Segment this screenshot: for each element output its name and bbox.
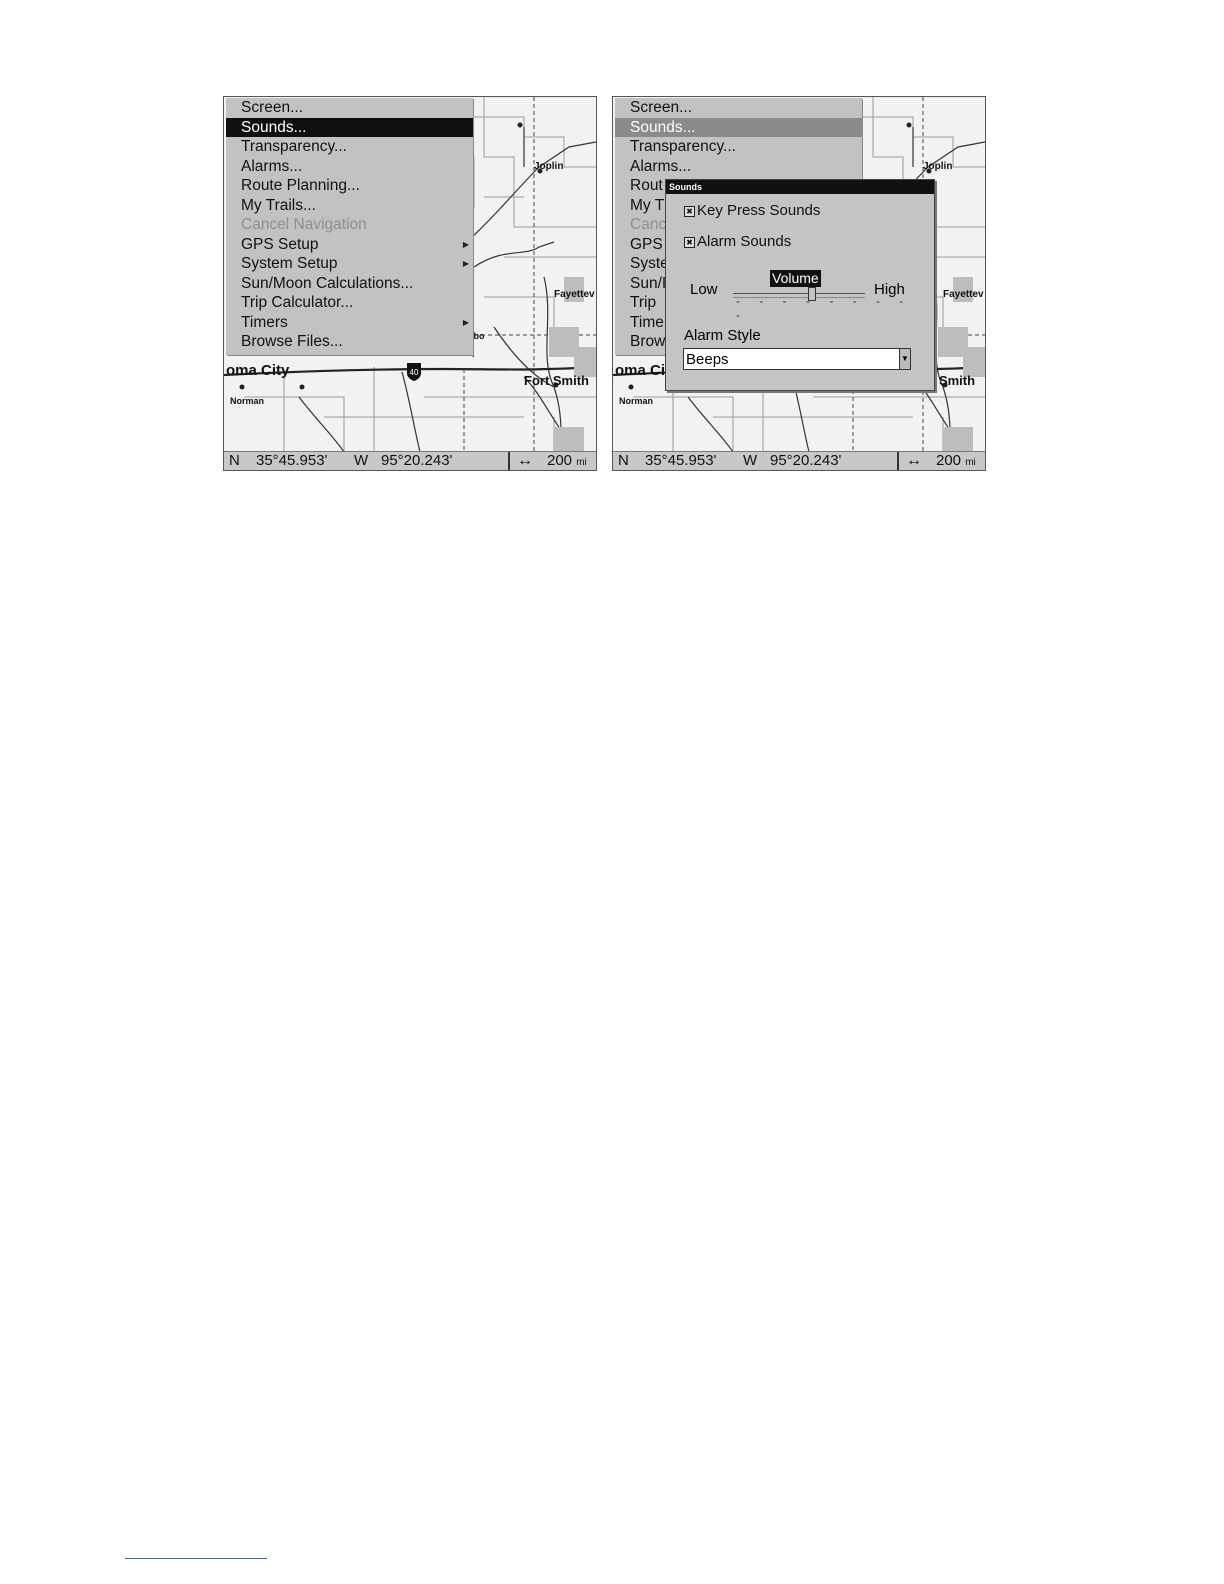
screen-left: 40 Joplin Fayettev oma City Fort Smith N… bbox=[223, 96, 597, 471]
menu-item-label: Canc bbox=[630, 216, 667, 233]
menu-item-label: Route Planning... bbox=[241, 177, 360, 194]
menu-item-label: Transparency... bbox=[241, 138, 347, 155]
menu-item-sounds[interactable]: Sounds... bbox=[615, 117, 862, 137]
menu-item-trip-calculator[interactable]: Trip Calculator... bbox=[226, 293, 473, 313]
menu-item-label: Screen... bbox=[241, 99, 304, 116]
checkbox-checked-icon: ✖ bbox=[684, 236, 695, 248]
scale-value: 200 bbox=[547, 452, 573, 469]
menu-item-system-setup[interactable]: System Setup ▶ bbox=[226, 254, 473, 274]
menu-item-alarms[interactable]: Alarms... bbox=[226, 157, 473, 177]
map-scale: 200 mi bbox=[936, 452, 976, 470]
menu-item-transparency[interactable]: Transparency... bbox=[615, 137, 862, 157]
scale-unit: mi bbox=[965, 457, 976, 468]
menu-item-label: Rout bbox=[630, 177, 663, 194]
volume-low-label: Low bbox=[690, 281, 718, 298]
interstate-label: 40 bbox=[410, 368, 419, 377]
longitude-hemisphere: W bbox=[743, 452, 758, 469]
menu-item-label: My Trails... bbox=[241, 196, 316, 214]
dialog-title: Sounds bbox=[666, 180, 934, 194]
sounds-dialog: Sounds ✖ Key Press Sounds ✖ Alarm Sounds V… bbox=[665, 179, 935, 391]
menu-item-label: Sounds... bbox=[241, 118, 307, 136]
scale-value: 200 bbox=[936, 452, 962, 469]
latitude-hemisphere: N bbox=[229, 452, 240, 469]
alarm-style-select[interactable]: Beeps ▼ bbox=[683, 348, 911, 370]
latitude-value: 35°45.953' bbox=[256, 452, 328, 469]
menu-item-label: Sounds... bbox=[630, 118, 696, 136]
menu-item-route-planning[interactable]: Route Planning... bbox=[226, 176, 473, 196]
status-bar: N 35°45.953' W 95°20.243' ↔ 200 mi bbox=[613, 451, 985, 470]
menu-item-label: Trip bbox=[630, 294, 657, 311]
alarm-sounds-checkbox[interactable]: ✖ Alarm Sounds bbox=[684, 233, 791, 250]
menu-item-transparency[interactable]: Transparency... bbox=[226, 137, 473, 157]
alarm-style-value: Beeps bbox=[686, 351, 729, 368]
map-scale: 200 mi bbox=[547, 452, 587, 470]
longitude-hemisphere: W bbox=[354, 452, 369, 469]
map-label-fort-smith: Fort Smith bbox=[524, 373, 589, 388]
menu-item-label: Alarms... bbox=[630, 157, 692, 175]
menu-item-label: Trip Calculator... bbox=[241, 294, 354, 311]
menu-item-label: Alarms... bbox=[241, 157, 303, 175]
volume-ticks: - - - - - - - - - bbox=[736, 294, 912, 322]
menu-item-label: Time bbox=[630, 313, 664, 331]
map-label-fort-smith: t Smith bbox=[931, 373, 976, 388]
footnote-rule bbox=[125, 1558, 267, 1559]
menu-item-label: GPS bbox=[630, 235, 663, 253]
map-label-joplin: Joplin bbox=[534, 161, 564, 172]
chevron-right-icon: ▶ bbox=[462, 239, 469, 249]
volume-title: Volume bbox=[770, 270, 821, 287]
scale-unit: mi bbox=[576, 457, 587, 468]
menu-item-label: System Setup bbox=[241, 255, 338, 272]
longitude-value: 95°20.243' bbox=[381, 452, 453, 469]
chevron-right-icon: ▶ bbox=[462, 259, 469, 268]
menu-item-sun-moon-calculations[interactable]: Sun/Moon Calculations... bbox=[226, 274, 473, 294]
volume-high-label: High bbox=[874, 281, 905, 298]
dropdown-arrow-icon[interactable]: ▼ bbox=[899, 349, 910, 369]
menu-item-screen[interactable]: Screen... bbox=[226, 98, 473, 118]
map-label-oklahoma-city: oma City bbox=[226, 362, 290, 379]
menu-item-label: Syste bbox=[630, 255, 669, 272]
menu-item-screen[interactable]: Screen... bbox=[615, 98, 862, 118]
menu-item-my-trails[interactable]: My Trails... bbox=[226, 196, 473, 216]
map-label-fayetteville: Fayettev bbox=[554, 289, 595, 300]
menu-item-alarms[interactable]: Alarms... bbox=[615, 157, 862, 177]
menu-item-label: Timers bbox=[241, 313, 288, 331]
latitude-value: 35°45.953' bbox=[645, 452, 717, 469]
menu-item-label: GPS Setup bbox=[241, 235, 319, 253]
map-label-fayetteville: Fayettev bbox=[943, 289, 984, 300]
menu-item-label: Sun/Moon Calculations... bbox=[241, 274, 414, 292]
scale-arrow-icon: ↔ bbox=[517, 452, 533, 469]
menu-item-gps-setup[interactable]: GPS Setup ▶ bbox=[226, 235, 473, 255]
menu-item-label: Transparency... bbox=[630, 138, 736, 155]
menu-item-sounds[interactable]: Sounds... bbox=[226, 117, 473, 137]
map-label-joplin: Joplin bbox=[923, 161, 953, 172]
status-bar: N 35°45.953' W 95°20.243' ↔ 200 mi bbox=[224, 451, 596, 470]
checkbox-checked-icon: ✖ bbox=[684, 205, 695, 217]
map-label-norman: Norman bbox=[619, 396, 654, 406]
main-menu: Screen... Sounds... Transparency... Alar… bbox=[226, 98, 473, 355]
menu-item-label: Screen... bbox=[630, 99, 693, 116]
scale-arrow-icon: ↔ bbox=[906, 452, 922, 469]
latitude-hemisphere: N bbox=[618, 452, 629, 469]
alarm-style-label: Alarm Style bbox=[684, 327, 761, 344]
alarm-sounds-label: Alarm Sounds bbox=[697, 233, 792, 250]
status-divider bbox=[508, 452, 510, 470]
chevron-right-icon: ▶ bbox=[462, 317, 469, 327]
menu-item-label: Sun/I bbox=[630, 274, 667, 292]
status-divider bbox=[897, 452, 899, 470]
screen-right: Joplin Fayettev oma City t Smith Norman … bbox=[612, 96, 986, 471]
key-press-sounds-label: Key Press Sounds bbox=[697, 202, 821, 219]
menu-item-browse-files[interactable]: Browse Files... bbox=[226, 332, 473, 352]
map-label-norman: Norman bbox=[230, 396, 265, 406]
menu-item-timers[interactable]: Timers ▶ bbox=[226, 313, 473, 333]
menu-item-cancel-navigation: Cancel Navigation bbox=[226, 215, 473, 235]
longitude-value: 95°20.243' bbox=[770, 452, 842, 469]
menu-item-label: Brow bbox=[630, 333, 666, 350]
menu-item-label: Browse Files... bbox=[241, 333, 343, 350]
key-press-sounds-checkbox[interactable]: ✖ Key Press Sounds bbox=[684, 202, 820, 219]
menu-item-label: Cancel Navigation bbox=[241, 216, 367, 233]
menu-item-label: My T bbox=[630, 196, 665, 214]
